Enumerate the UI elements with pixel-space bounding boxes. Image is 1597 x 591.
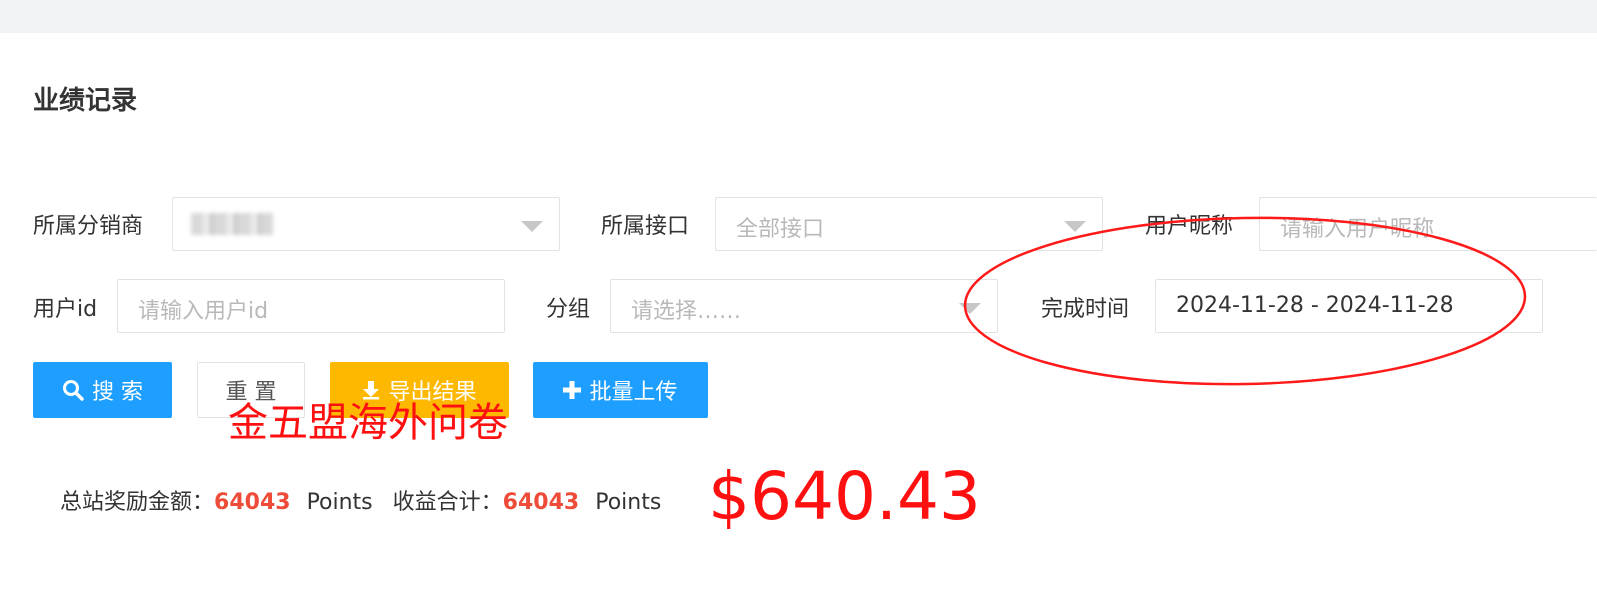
total-reward-value: 64043 (214, 490, 291, 515)
search-button[interactable]: 搜 索 (33, 362, 172, 418)
total-reward-unit: Points (306, 490, 373, 515)
overlay-title-annotation: 金五盟海外问卷 (228, 400, 508, 446)
total-reward-label: 总站奖励金额： (60, 490, 215, 515)
chevron-down-icon (521, 221, 543, 232)
batch-upload-button[interactable]: 批量上传 (533, 362, 708, 418)
user-id-label: 用户id (33, 297, 98, 322)
income-unit: Points (595, 490, 662, 515)
highlight-ellipse-annotation (963, 216, 1527, 386)
income-value: 64043 (502, 490, 580, 515)
top-bar (0, 0, 1597, 33)
user-id-input[interactable]: 请输入用户id (117, 279, 505, 333)
batch-upload-button-label: 批量上传 (589, 380, 678, 405)
distributor-select[interactable] (172, 197, 560, 251)
user-id-input-placeholder: 请输入用户id (138, 299, 269, 324)
api-select-placeholder: 全部接口 (736, 217, 825, 242)
group-label: 分组 (546, 297, 591, 322)
income-label: 收益合计： (392, 490, 503, 515)
group-select[interactable]: 请选择…… (610, 279, 998, 333)
search-icon (62, 379, 84, 401)
distributor-label: 所属分销商 (33, 214, 144, 239)
api-label: 所属接口 (601, 214, 690, 239)
search-button-label: 搜 索 (92, 380, 143, 405)
stats-bar: 总站奖励金额：64043 Points 收益合计：64043 Points (60, 484, 661, 516)
distributor-value-redacted (191, 213, 273, 235)
page-title: 业绩记录 (33, 86, 138, 116)
group-select-placeholder: 请选择…… (631, 299, 742, 324)
plus-icon (563, 381, 582, 399)
dollar-amount-annotation: $640.43 (708, 458, 981, 535)
